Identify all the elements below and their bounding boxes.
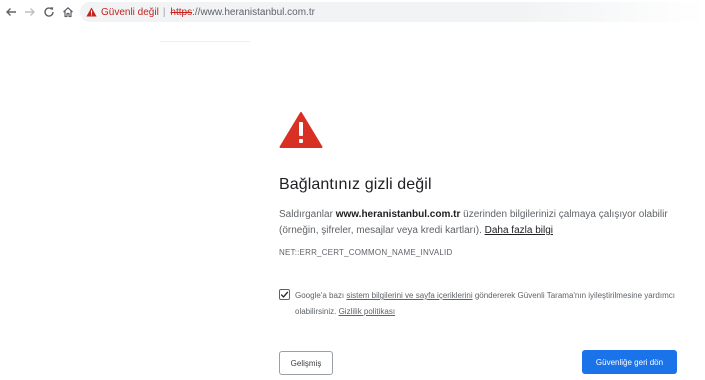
- reload-button[interactable]: [40, 3, 58, 21]
- advanced-button[interactable]: Gelişmiş: [279, 351, 333, 375]
- learn-more-link[interactable]: Daha fazla bilgi: [485, 225, 553, 236]
- back-to-safety-button[interactable]: Güvenliğe geri dön: [582, 350, 677, 374]
- warning-triangle-icon: [86, 7, 97, 17]
- url-host: ://www.heranistanbul.com.tr: [192, 6, 315, 18]
- privacy-policy-link[interactable]: Gizlilik politikası: [339, 307, 395, 316]
- system-info-link[interactable]: sistem bilgilerini ve sayfa içeriklerini: [346, 291, 472, 300]
- reload-icon: [44, 7, 54, 17]
- safe-browsing-optin: Google'a bazı sistem bilgilerini ve sayf…: [279, 288, 699, 320]
- checkmark-icon: [280, 291, 289, 298]
- desc-prefix: Saldırganlar: [279, 209, 336, 220]
- page-title: Bağlantınız gizli değil: [279, 176, 432, 193]
- back-button[interactable]: [2, 3, 20, 21]
- optin-text: Google'a bazı sistem bilgilerini ve sayf…: [279, 288, 699, 320]
- divider: [160, 41, 250, 42]
- arrow-left-icon: [6, 8, 16, 16]
- home-button[interactable]: [59, 3, 77, 21]
- browser-toolbar: Güvenli değil | https://www.heranistanbu…: [0, 0, 705, 24]
- security-status-label[interactable]: Güvenli değil: [101, 7, 159, 18]
- optin-checkbox[interactable]: [279, 289, 290, 300]
- arrow-right-icon: [25, 8, 35, 16]
- forward-button[interactable]: [21, 3, 39, 21]
- url-scheme: https: [170, 6, 193, 18]
- home-icon: [63, 7, 73, 18]
- warning-triangle-icon: [279, 112, 323, 148]
- address-bar[interactable]: Güvenli değil | https://www.heranistanbu…: [80, 2, 705, 22]
- optin-prefix: Google'a bazı: [295, 291, 347, 300]
- error-description: Saldırganlar www.heranistanbul.com.tr üz…: [279, 207, 689, 239]
- security-separator: |: [162, 6, 166, 18]
- error-code: NET::ERR_CERT_COMMON_NAME_INVALID: [279, 248, 453, 257]
- desc-domain: www.heranistanbul.com.tr: [335, 209, 461, 220]
